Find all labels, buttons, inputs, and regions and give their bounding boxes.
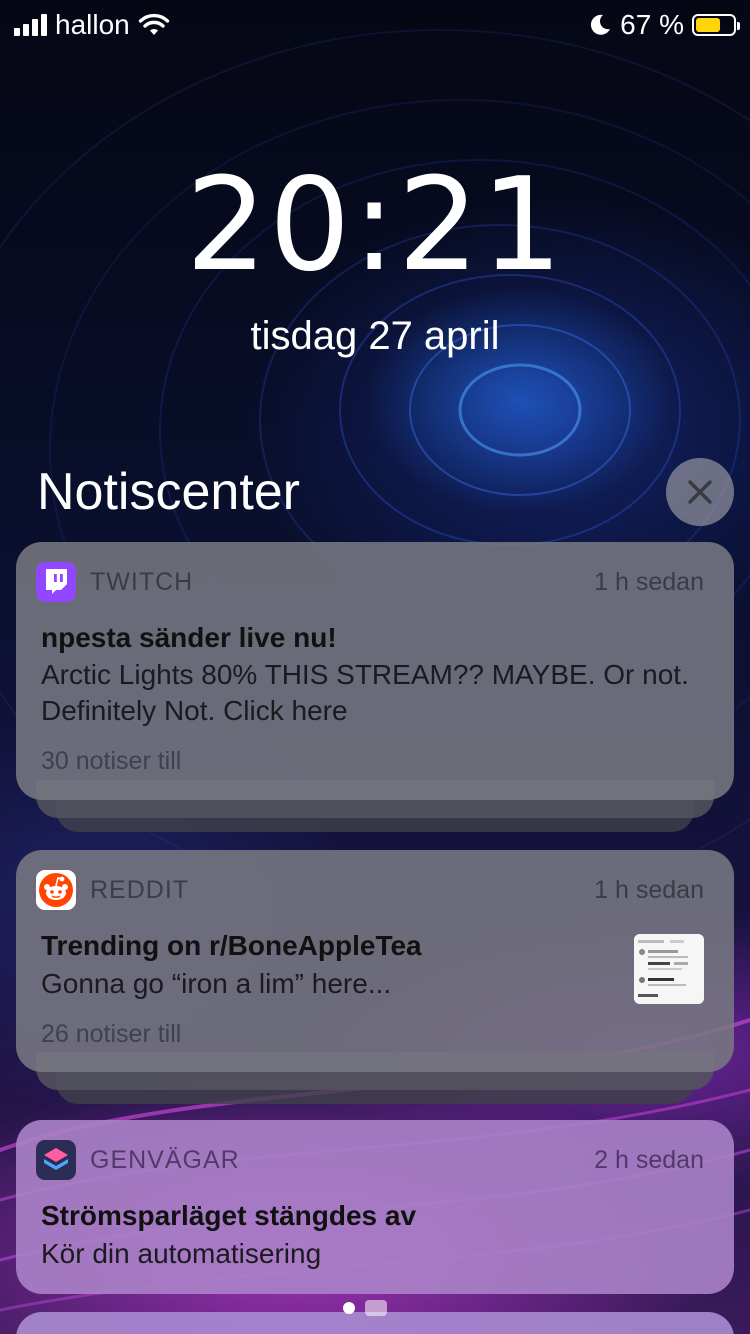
clear-notifications-button[interactable] — [666, 458, 734, 526]
notification-header: TWITCH 1 h sedan — [36, 562, 704, 602]
battery-icon — [692, 14, 740, 36]
notification-reddit[interactable]: REDDIT 1 h sedan Trending on r/BoneApple… — [16, 850, 734, 1072]
reddit-icon — [36, 870, 76, 910]
lock-clock: 20:21 — [185, 151, 565, 300]
notification-body: Kör din automatisering — [41, 1238, 322, 1269]
signal-bars-icon — [14, 14, 47, 36]
notification-title: Trending on r/BoneAppleTea — [41, 930, 422, 961]
app-name: REDDIT — [90, 875, 190, 904]
notification-header: GENVÄGAR 2 h sedan — [36, 1140, 704, 1180]
moon-icon — [591, 14, 611, 35]
status-left: hallon — [14, 9, 170, 41]
notification-twitch[interactable]: TWITCH 1 h sedan npesta sänder live nu! … — [16, 542, 734, 800]
notification-center-title: Notiscenter — [37, 463, 300, 521]
page-indicator — [343, 1300, 387, 1316]
app-name: TWITCH — [90, 567, 194, 596]
camera-icon — [365, 1300, 387, 1316]
lock-date: tisdag 27 april — [250, 314, 500, 358]
battery-level — [696, 18, 721, 32]
status-bar: hallon 67 % — [0, 0, 750, 50]
notification-time: 1 h sedan — [594, 875, 704, 904]
wifi-icon — [138, 13, 169, 35]
close-icon — [688, 480, 712, 504]
twitch-icon — [36, 562, 76, 602]
notification-shortcuts[interactable]: GENVÄGAR 2 h sedan Strömsparläget stängd… — [16, 1120, 734, 1294]
notification-header: REDDIT 1 h sedan — [36, 870, 704, 910]
more-notifications-count[interactable]: 30 notiser till — [41, 747, 181, 776]
page-dot — [343, 1302, 355, 1314]
more-notifications-count[interactable]: 26 notiser till — [41, 1020, 181, 1049]
shortcuts-icon — [36, 1140, 76, 1180]
notification-title: npesta sänder live nu! — [41, 622, 337, 653]
notification-time: 2 h sedan — [594, 1145, 704, 1174]
notification-title: Strömsparläget stängdes av — [41, 1200, 417, 1231]
notification-thumbnail — [634, 934, 704, 1004]
carrier-name: hallon — [55, 9, 130, 40]
status-right: 67 % — [588, 9, 740, 41]
notification-body: Gonna go “iron a lim” here... — [41, 968, 392, 999]
battery-percent: 67 % — [620, 9, 684, 40]
notification-time: 1 h sedan — [594, 567, 704, 596]
notification-body: Arctic Lights 80% THIS STREAM?? MAYBE. O… — [41, 659, 689, 726]
app-name: GENVÄGAR — [90, 1145, 240, 1174]
